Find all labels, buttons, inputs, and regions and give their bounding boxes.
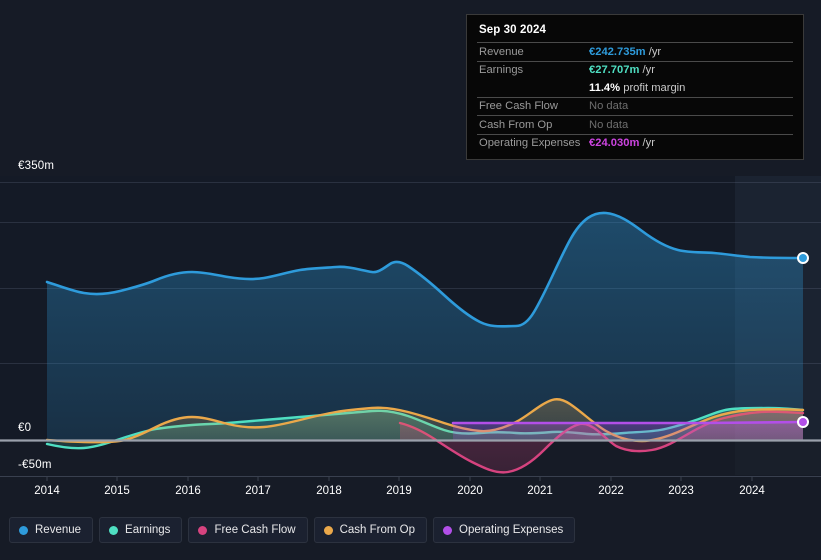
legend-label-operating-expenses: Operating Expenses [459,524,564,536]
legend-label-revenue: Revenue [35,524,82,536]
tooltip-date: Sep 30 2024 [479,24,546,36]
x-tick-2019: 2019 [386,485,412,497]
tooltip-label-operating-expenses: Operating Expenses [479,137,581,150]
tooltip-amount-earnings: €27.707m [589,64,640,77]
tooltip-value-profit-margin: 11.4% profit margin [589,82,685,94]
tooltip-unit-operating-expenses: /yr [642,137,655,150]
legend-item-revenue[interactable]: Revenue [9,517,94,543]
legend-item-earnings[interactable]: Earnings [99,517,183,543]
legend-label-free-cash-flow: Free Cash Flow [214,524,296,536]
tooltip-row-cash-from-op: Cash From Op No data [477,115,793,134]
tooltip-value-revenue: €242.735m /yr [589,46,661,58]
tooltip-row-operating-expenses: Operating Expenses €24.030m /yr [477,133,793,153]
legend-label-cash-from-op: Cash From Op [339,524,416,536]
tooltip-row-profit-margin: 11.4% profit margin [477,79,793,97]
x-tick-2022: 2022 [598,485,624,497]
x-tick-2021: 2021 [527,485,553,497]
tooltip-amount-operating-expenses: €24.030m [589,137,640,150]
x-tick-2017: 2017 [245,485,271,497]
operating-expenses-end-marker[interactable] [797,416,809,428]
earnings-color-dot-icon [109,525,119,535]
tooltip-label-revenue: Revenue [479,45,524,58]
chart-tooltip: Sep 30 2024 Revenue €242.735m /yr Earnin… [466,14,804,160]
forecast-band-lower [735,440,821,475]
legend-label-earnings: Earnings [125,524,171,536]
tooltip-value-operating-expenses: €24.030m /yr [589,137,655,149]
tooltip-row-earnings: Earnings €27.707m /yr [477,60,793,80]
tooltip-value-free-cash-flow: No data [589,100,629,113]
tooltip-value-cash-from-op: No data [589,118,629,131]
y-axis-zero-label: €0 [18,422,32,434]
x-tick-2018: 2018 [316,485,342,497]
operating-expenses-line [451,420,805,425]
revenue-color-dot-icon [19,525,28,535]
y-axis-bottom-label: -€50m [18,459,52,471]
legend-item-operating-expenses[interactable]: Operating Expenses [433,517,576,543]
tooltip-unit-earnings: /yr [642,64,655,77]
free-cash-flow-color-dot-icon [198,525,208,535]
operating-expenses-color-dot-icon [443,525,453,535]
x-tick-2016: 2016 [175,485,201,497]
tooltip-label-cash-from-op: Cash From Op [479,118,553,131]
chart-page: €350m €0 -€50m 2014 2015 2016 2017 2018 … [0,0,821,560]
x-tick-2024: 2024 [739,485,765,497]
tooltip-row-revenue: Revenue €242.735m /yr [477,42,793,61]
chart-legend: Revenue Earnings Free Cash Flow Cash Fro… [9,517,576,543]
x-tick-2015: 2015 [104,485,130,497]
x-tick-2014: 2014 [34,485,60,497]
cash-from-op-color-dot-icon [323,525,333,535]
tooltip-amount-profit-margin: 11.4% [589,81,621,94]
tooltip-label-free-cash-flow: Free Cash Flow [479,100,558,113]
revenue-end-marker[interactable] [797,252,809,264]
tooltip-row-free-cash-flow: Free Cash Flow No data [477,96,793,116]
tooltip-amount-revenue: €242.735m [589,45,646,58]
x-tick-2020: 2020 [457,485,483,497]
tooltip-unit-profit-margin: profit margin [623,81,686,94]
operating-expenses-area [453,422,803,440]
x-tick-2023: 2023 [668,485,694,497]
tooltip-value-earnings: €27.707m /yr [589,64,655,76]
y-axis-top-label: €350m [18,160,55,172]
legend-item-free-cash-flow[interactable]: Free Cash Flow [188,517,308,543]
tooltip-label-earnings: Earnings [479,64,524,77]
tooltip-unit-revenue: /yr [648,45,662,58]
legend-item-cash-from-op[interactable]: Cash From Op [313,517,428,543]
